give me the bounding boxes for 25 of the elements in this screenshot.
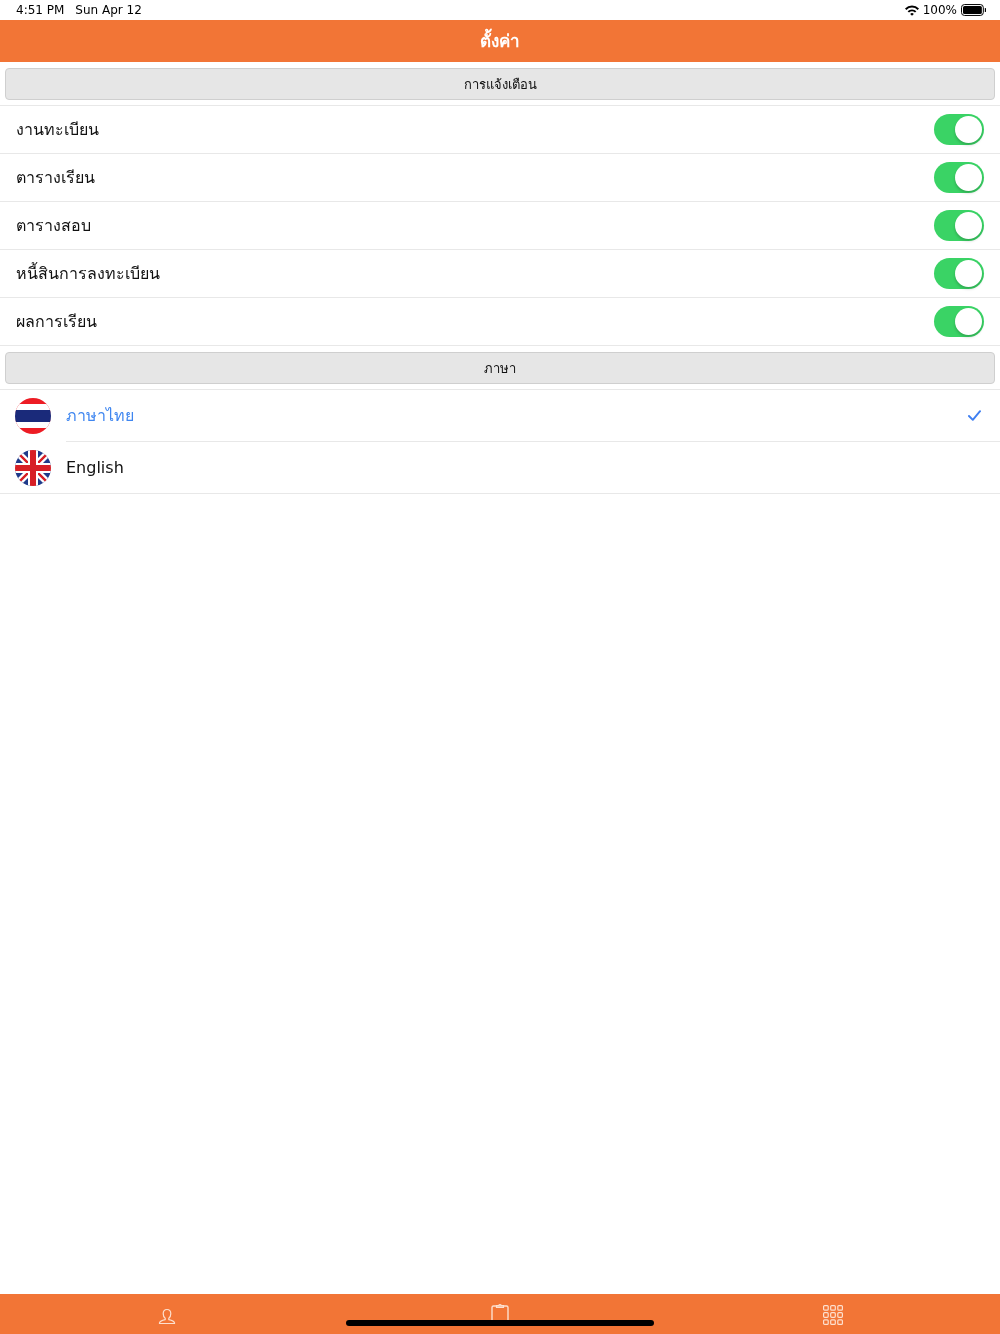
language-option[interactable]: ภาษาไทย [0, 390, 1000, 442]
setting-label: งานทะเบียน [16, 118, 99, 141]
toggle-switch[interactable] [934, 306, 984, 337]
toggle-switch[interactable] [934, 258, 984, 289]
toggle-switch[interactable] [934, 210, 984, 241]
section-header: การแจ้งเตือน [5, 68, 995, 100]
grid-icon [823, 1305, 844, 1325]
setting-label: ผลการเรียน [16, 310, 97, 333]
toggle-switch[interactable] [934, 114, 984, 145]
battery-percent: 100% [922, 3, 957, 17]
wifi-icon [904, 4, 919, 16]
flag-icon [15, 449, 51, 486]
status-date: Sun Apr 12 [75, 3, 142, 17]
setting-label: หนี้สินการลงทะเบียน [16, 262, 160, 285]
section-header: ภาษา [5, 352, 995, 384]
battery-icon [961, 4, 986, 16]
flag-icon [15, 398, 51, 434]
toggle-switch[interactable] [934, 162, 984, 193]
nav-title: ตั้งค่า [480, 29, 520, 53]
status-time: 4:51 PM [16, 3, 65, 17]
person-icon [157, 1307, 176, 1325]
setting-label: ตารางเรียน [16, 166, 95, 189]
setting-label: ตารางสอบ [16, 214, 91, 237]
check-icon [968, 410, 981, 421]
language-option[interactable]: English [0, 442, 1000, 494]
